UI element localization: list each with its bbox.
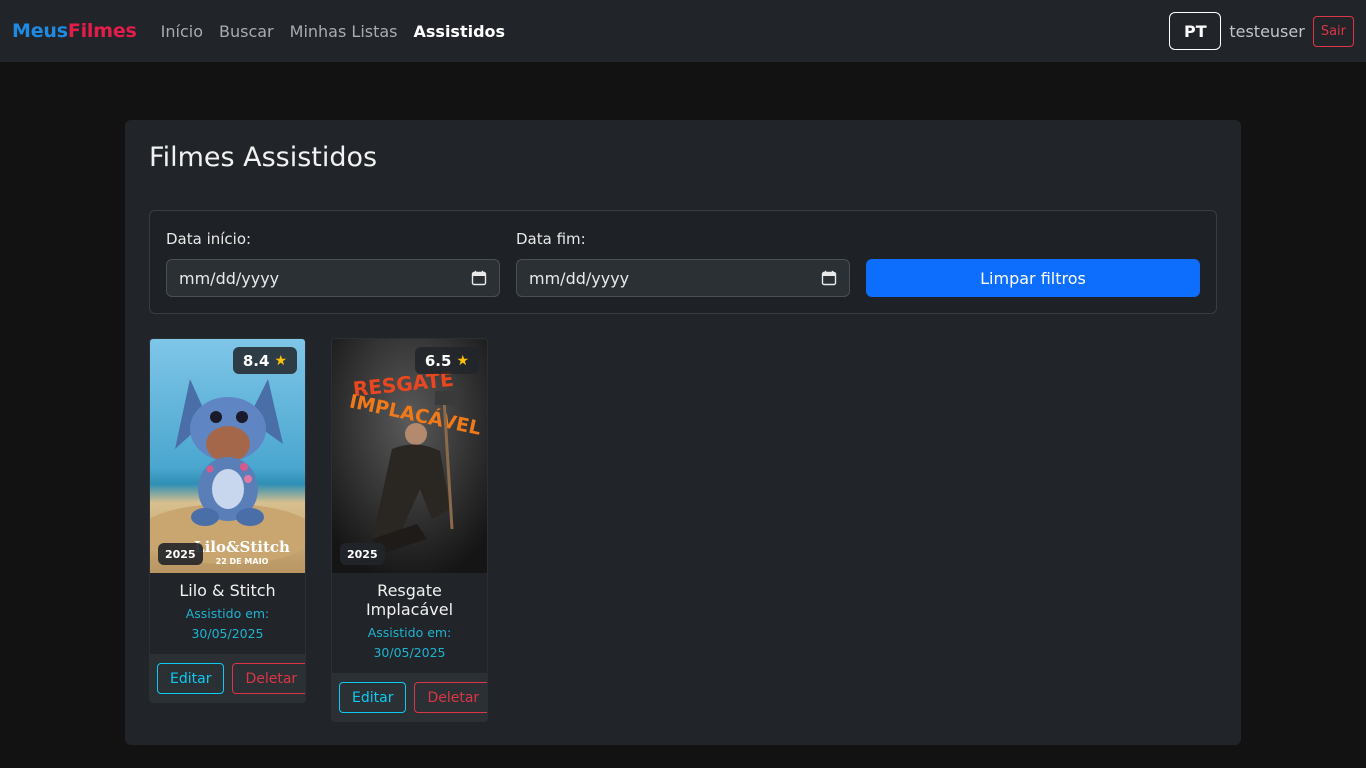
poster-image: Lilo&Stitch 22 DE MAIO xyxy=(150,339,305,573)
rating-value: 6.5 xyxy=(424,351,452,370)
watched-movies-panel: Filmes Assistidos Data início: mm/dd/yyy… xyxy=(125,120,1241,745)
nav-link-minhas-listas[interactable]: Minhas Listas xyxy=(290,22,398,41)
watched-label: Assistido em: xyxy=(367,625,452,640)
logout-button[interactable]: Sair xyxy=(1312,15,1354,47)
poster-image: RESGATE IMPLACÁVEL xyxy=(332,339,487,573)
calendar-icon[interactable] xyxy=(821,270,837,286)
movie-poster[interactable]: RESGATE IMPLACÁVEL 6.5 ★ 2025 xyxy=(332,339,487,573)
movie-card: Lilo&Stitch 22 DE MAIO 8.4 ★ 2025 Lilo &… xyxy=(149,338,306,703)
watched-info: Assistido em: 30/05/2025 xyxy=(156,604,299,644)
page-title: Filmes Assistidos xyxy=(149,142,378,173)
year-badge: 2025 xyxy=(158,543,203,565)
movie-poster[interactable]: Lilo&Stitch 22 DE MAIO 8.4 ★ 2025 xyxy=(150,339,305,573)
username: testeuser xyxy=(1229,21,1305,41)
watched-label: Assistido em: xyxy=(185,606,270,621)
watched-info: Assistido em: 30/05/2025 xyxy=(338,623,481,663)
brand-part-filmes: Filmes xyxy=(67,20,137,42)
delete-button[interactable]: Deletar xyxy=(232,663,305,694)
watched-date: 30/05/2025 xyxy=(191,626,264,641)
start-date-placeholder: mm/dd/yyyy xyxy=(179,268,280,288)
edit-button[interactable]: Editar xyxy=(157,663,225,694)
end-date-label: Data fim: xyxy=(516,230,586,248)
language-button[interactable]: PT xyxy=(1169,12,1222,50)
end-date-input[interactable]: mm/dd/yyyy xyxy=(516,259,850,297)
movie-card-body: Resgate Implacável Assistido em: 30/05/2… xyxy=(332,573,487,673)
movie-card-actions: Editar Deletar xyxy=(150,654,305,702)
movie-title: Lilo & Stitch xyxy=(179,581,276,600)
date-filter-box: Data início: mm/dd/yyyy Data fim: mm/dd/… xyxy=(149,210,1217,314)
nav-link-buscar[interactable]: Buscar xyxy=(219,22,274,41)
movie-card: RESGATE IMPLACÁVEL 6.5 ★ 2025 Resgate Im… xyxy=(331,338,488,722)
star-icon: ★ xyxy=(456,352,469,369)
year-badge: 2025 xyxy=(340,543,385,565)
brand-logo[interactable]: MeusFilmes xyxy=(12,20,137,42)
movie-title: Resgate Implacável xyxy=(365,581,454,619)
nav-link-assistidos[interactable]: Assistidos xyxy=(414,22,506,41)
movie-card-body: Lilo & Stitch Assistido em: 30/05/2025 xyxy=(150,573,305,654)
rating-value: 8.4 xyxy=(242,351,270,370)
svg-text:22 DE MAIO: 22 DE MAIO xyxy=(216,557,269,566)
rating-badge: 6.5 ★ xyxy=(414,347,479,374)
end-date-placeholder: mm/dd/yyyy xyxy=(529,268,630,288)
brand-part-meus: Meus xyxy=(12,20,68,42)
calendar-icon[interactable] xyxy=(471,270,487,286)
navbar: MeusFilmes Início Buscar Minhas Listas A… xyxy=(0,0,1366,62)
clear-filters-button[interactable]: Limpar filtros xyxy=(866,259,1200,297)
star-icon: ★ xyxy=(274,352,287,369)
nav-links: Início Buscar Minhas Listas Assistidos xyxy=(161,22,505,41)
movie-card-actions: Editar Deletar xyxy=(332,673,487,721)
rating-badge: 8.4 ★ xyxy=(232,347,297,374)
poster-logo-text: Lilo&Stitch xyxy=(194,538,290,556)
start-date-input[interactable]: mm/dd/yyyy xyxy=(166,259,500,297)
edit-button[interactable]: Editar xyxy=(339,682,407,713)
start-date-label: Data início: xyxy=(166,230,252,248)
delete-button[interactable]: Deletar xyxy=(414,682,487,713)
watched-date: 30/05/2025 xyxy=(373,645,446,660)
nav-user-area: PT testeuser Sair xyxy=(1169,12,1354,50)
nav-link-inicio[interactable]: Início xyxy=(161,22,203,41)
